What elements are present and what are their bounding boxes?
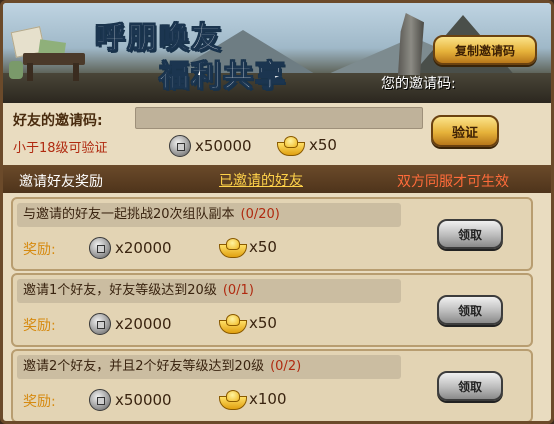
stone-pillar — [398, 13, 424, 75]
copper-coin-icon — [89, 237, 111, 259]
reward-coins: x20000 — [89, 313, 172, 335]
copy-invite-code-button[interactable]: 复制邀请码 — [433, 35, 537, 65]
gold-ingot-icon — [219, 390, 247, 410]
copper-coin-icon — [89, 389, 111, 411]
task-progress: (0/1) — [222, 283, 254, 298]
verify-condition: 小于18级可验证 — [13, 141, 108, 156]
reward-gold: x50 — [219, 238, 277, 258]
task-description: 邀请1个好友，好友等级达到20级 (0/1) — [17, 279, 401, 303]
gold-ingot-icon — [277, 136, 305, 156]
coin-amount: x50000 — [195, 137, 252, 155]
my-invite-code-label: 您的邀请码: — [381, 76, 456, 92]
friend-code-label: 好友的邀请码: — [13, 113, 103, 129]
claim-button[interactable]: 领取 — [437, 371, 503, 401]
task-card: 邀请2个好友，并且2个好友等级达到20级 (0/2) 奖励: x50000 x10… — [11, 349, 533, 421]
task-description: 与邀请的好友一起挑战20次组队副本 (0/20) — [17, 203, 401, 227]
same-server-note: 双方同服才可生效 — [397, 174, 509, 190]
task-description: 邀请2个好友，并且2个好友等级达到20级 (0/2) — [17, 355, 401, 379]
claim-button[interactable]: 领取 — [437, 219, 503, 249]
claim-button[interactable]: 领取 — [437, 295, 503, 325]
verify-reward-gold: x50 — [277, 136, 337, 156]
task-card: 邀请1个好友，好友等级达到20级 (0/1) 奖励: x20000 x50 领取 — [11, 273, 533, 347]
gold-amount: x50 — [309, 136, 337, 154]
task-card: 与邀请的好友一起挑战20次组队副本 (0/20) 奖励: x20000 x50 领… — [11, 197, 533, 271]
reward-gold: x50 — [219, 314, 277, 334]
reward-coins: x20000 — [89, 237, 172, 259]
gold-ingot-icon — [219, 238, 247, 258]
reward-coins: x50000 — [89, 389, 172, 411]
invite-friends-panel: 呼朋唤友 福利共享 复制邀请码 您的邀请码: 好友的邀请码: 小于18级可验证 … — [0, 0, 554, 424]
friend-code-input[interactable] — [135, 107, 423, 129]
reward-label: 奖励: — [23, 394, 56, 410]
reward-label: 奖励: — [23, 318, 56, 334]
banner: 呼朋唤友 福利共享 复制邀请码 您的邀请码: — [3, 3, 551, 103]
copper-coin-icon — [169, 135, 191, 157]
desk-illustration — [9, 23, 89, 81]
reward-gold: x100 — [219, 390, 287, 410]
gold-ingot-icon — [219, 314, 247, 334]
verify-reward-coins: x50000 — [169, 135, 252, 157]
task-progress: (0/2) — [270, 359, 302, 374]
copper-coin-icon — [89, 313, 111, 335]
tab-invite-rewards[interactable]: 邀请好友奖励 — [19, 171, 103, 191]
banner-title-line2: 福利共享 — [159, 59, 287, 95]
reward-label: 奖励: — [23, 242, 56, 258]
tab-invited-friends[interactable]: 已邀请的好友 — [219, 170, 303, 190]
task-progress: (0/20) — [240, 207, 280, 222]
verify-button[interactable]: 验证 — [431, 115, 499, 147]
